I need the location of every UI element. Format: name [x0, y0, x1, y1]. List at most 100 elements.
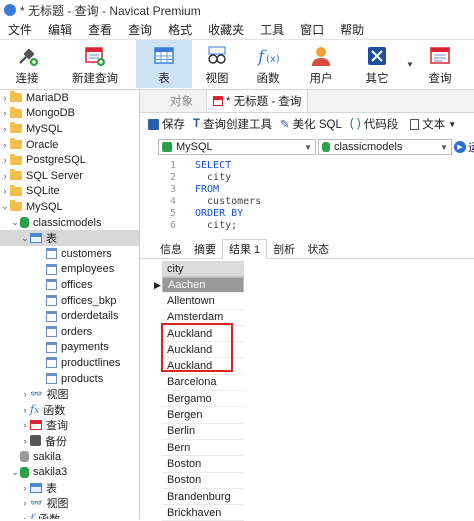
tree-item-mongodb[interactable]: › MongoDB — [0, 106, 75, 122]
run-button[interactable]: ▶ 运 — [454, 139, 474, 155]
table-row[interactable]: Aachen — [162, 277, 244, 294]
table-row[interactable]: Auckland — [162, 326, 244, 343]
expand-icon[interactable]: › — [0, 93, 10, 103]
menu-favorites[interactable]: 收藏夹 — [200, 21, 252, 38]
tree-item-views[interactable]: › 👓 视图 — [0, 386, 69, 402]
tree-table-offices-bkp[interactable]: offices_bkp — [0, 293, 116, 309]
connection-select[interactable]: MySQL ▼ — [158, 139, 316, 155]
collapse-icon[interactable]: ⌄ — [20, 233, 30, 244]
table-row[interactable]: Bergamo — [162, 391, 244, 408]
table-row[interactable]: Auckland — [162, 359, 244, 375]
menu-file[interactable]: 文件 — [0, 21, 40, 38]
table-row[interactable]: Bern — [162, 440, 244, 457]
query-builder-button[interactable]: T 查询创建工具 — [193, 116, 272, 132]
tree-table-customers[interactable]: customers — [0, 246, 112, 262]
tree-item-tables[interactable]: ⌄ 表 — [0, 230, 139, 246]
beautify-sql-button[interactable]: ✎ 美化 SQL — [280, 116, 342, 132]
expand-icon[interactable]: › — [20, 514, 30, 519]
menu-view[interactable]: 查看 — [80, 21, 120, 38]
plug-icon — [15, 44, 39, 68]
tree-item-functions[interactable]: › fx 函数 — [0, 402, 66, 418]
tree-table-products[interactable]: products — [0, 371, 103, 387]
table-row[interactable]: Boston — [162, 473, 244, 489]
table-row[interactable]: Bergen — [162, 407, 244, 424]
tree-table-productlines[interactable]: productlines — [0, 355, 120, 371]
tree-item-mysql-connection[interactable]: ⌄ MySQL — [0, 199, 63, 215]
query-button[interactable]: 查询 — [416, 40, 464, 88]
table-row[interactable]: Auckland — [162, 342, 244, 359]
expand-icon[interactable]: › — [0, 108, 10, 118]
table-label: 表 — [158, 73, 170, 85]
tree-item-sqlserver[interactable]: › SQL Server — [0, 168, 83, 184]
collapse-icon[interactable]: ⌄ — [0, 201, 10, 212]
expand-icon[interactable]: › — [0, 155, 10, 165]
menu-tools[interactable]: 工具 — [252, 21, 292, 38]
tree-item-sakila3-tables[interactable]: › 表 — [0, 480, 57, 496]
database-select[interactable]: classicmodels ▼ — [318, 139, 452, 155]
tab-query[interactable]: * 无标题 - 查询 — [206, 90, 309, 112]
expand-icon[interactable]: › — [20, 405, 30, 415]
table-row[interactable]: Berlin — [162, 424, 244, 440]
menu-query[interactable]: 查询 — [120, 21, 160, 38]
expand-icon[interactable]: › — [20, 389, 30, 399]
table-row[interactable]: Brandenburg — [162, 489, 244, 506]
other-button[interactable]: 其它 — [348, 40, 406, 88]
collapse-icon[interactable]: ⌄ — [10, 217, 20, 228]
expand-icon[interactable]: › — [20, 483, 30, 493]
tree-item-classicmodels[interactable]: ⌄ classicmodels — [0, 215, 101, 231]
tree-item-queries[interactable]: › 查询 — [0, 418, 68, 434]
expand-icon[interactable]: › — [20, 420, 30, 430]
snippet-button[interactable]: ( ) 代码段 — [350, 116, 398, 132]
sql-editor[interactable]: 1 SELECT 2 city 3 FROM 4 customers 5 ORD… — [140, 158, 474, 238]
expand-icon[interactable]: › — [0, 186, 10, 196]
tree-item-mysql[interactable]: › MySQL — [0, 121, 63, 137]
expand-icon[interactable]: › — [0, 171, 10, 181]
expand-icon[interactable]: › — [20, 436, 30, 446]
new-query-button[interactable]: 新建查询 — [54, 40, 136, 88]
tab-profile[interactable]: 剖析 — [267, 240, 301, 258]
table-row[interactable]: Barcelona — [162, 375, 244, 392]
view-button[interactable]: 视图 — [192, 40, 242, 88]
table-button[interactable]: 表 — [136, 40, 192, 88]
folder-icon — [10, 169, 22, 181]
tree-item-postgresql[interactable]: › PostgreSQL — [0, 152, 86, 168]
tree-item-sakila[interactable]: sakila — [0, 449, 61, 465]
column-header-city[interactable]: city — [162, 261, 244, 277]
tree-table-payments[interactable]: payments — [0, 340, 109, 356]
tree-table-offices[interactable]: offices — [0, 277, 93, 293]
menu-window[interactable]: 窗口 — [292, 21, 332, 38]
query-workspace: 对象 * 无标题 - 查询 保存 T 查询创建工具 ✎ 美化 SQL ( ) 代码段 … — [140, 90, 474, 521]
tab-objects[interactable]: 对象 — [164, 90, 199, 112]
expand-icon[interactable]: › — [20, 498, 30, 508]
menu-edit[interactable]: 编辑 — [40, 21, 80, 38]
table-row[interactable]: Boston — [162, 456, 244, 473]
save-button[interactable]: 保存 — [148, 116, 185, 132]
connect-button[interactable]: 连接 — [0, 40, 54, 88]
tree-item-sqlite[interactable]: › SQLite — [0, 184, 60, 200]
tab-result-1[interactable]: 结果 1 — [222, 239, 268, 259]
text-button[interactable]: 文本 ▼ — [410, 116, 456, 132]
tree-item-backups[interactable]: › 备份 — [0, 433, 67, 449]
tree-item-mariadb[interactable]: › MariaDB — [0, 90, 69, 106]
tree-table-orderdetails[interactable]: orderdetails — [0, 308, 118, 324]
tab-status[interactable]: 状态 — [301, 240, 335, 258]
other-dropdown-icon[interactable]: ▼ — [406, 40, 416, 88]
menu-help[interactable]: 帮助 — [332, 21, 372, 38]
table-row[interactable]: Amsterdam — [162, 310, 244, 326]
function-button[interactable]: f (x) 函数 — [242, 40, 294, 88]
tree-item-sakila3[interactable]: ⌄ sakila3 — [0, 464, 67, 480]
tree-item-sakila3-functions[interactable]: ›f函数 — [0, 511, 61, 519]
tree-item-sakila3-views[interactable]: › 👓 视图 — [0, 496, 69, 512]
tab-info[interactable]: 信息 — [154, 240, 188, 258]
folder-icon — [10, 138, 22, 150]
tree-item-oracle[interactable]: › Oracle — [0, 137, 58, 153]
menu-format[interactable]: 格式 — [160, 21, 200, 38]
tab-summary[interactable]: 摘要 — [188, 240, 222, 258]
expand-icon[interactable]: › — [0, 140, 10, 150]
collapse-icon[interactable]: ⌄ — [10, 467, 20, 478]
user-button[interactable]: 用户 — [294, 40, 348, 88]
table-row[interactable]: Allentown — [162, 293, 244, 310]
tree-table-employees[interactable]: employees — [0, 262, 114, 278]
expand-icon[interactable]: › — [0, 124, 10, 134]
tree-table-orders[interactable]: orders — [0, 324, 92, 340]
